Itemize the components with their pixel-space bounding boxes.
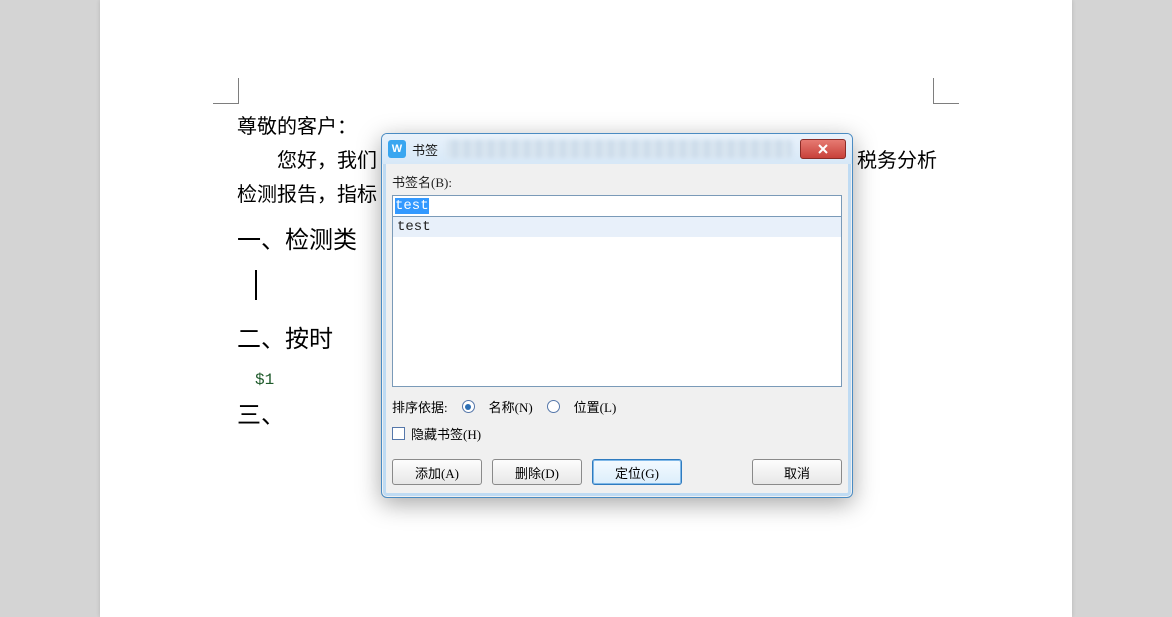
doc-hello-line: 您好，我们 <box>277 150 377 172</box>
dialog-titlebar[interactable]: W 书签 <box>382 134 852 164</box>
hide-bookmarks-label: 隐藏书签(H) <box>411 424 481 443</box>
sort-row: 排序依据: 名称(N) 位置(L) <box>392 397 842 416</box>
crop-mark-left <box>213 78 239 104</box>
dialog-body: 税务分析 书签名(B): test 排序依据: 名称(N) 位置(L) 隐藏书签… <box>382 164 852 497</box>
radio-location-label: 位置(L) <box>574 397 617 416</box>
bookmark-name-input[interactable] <box>392 195 842 217</box>
dialog-button-row: 添加(A) 删除(D) 定位(G) 取消 <box>392 459 842 485</box>
goto-button[interactable]: 定位(G) <box>592 459 682 485</box>
app-icon: W <box>388 140 406 158</box>
bookmark-dialog: W 书签 税务分析 书签名(B): test 排序依据: 名称(N) 位置(L)… <box>381 133 853 498</box>
cancel-button[interactable]: 取消 <box>752 459 842 485</box>
bookmark-name-label: 书签名(B): <box>392 172 842 191</box>
radio-name-label: 名称(N) <box>489 397 533 416</box>
sort-label: 排序依据: <box>392 397 448 416</box>
doc-right-fragment-visible: 税务分析 <box>857 144 937 173</box>
text-caret <box>255 270 257 300</box>
crop-mark-right <box>933 78 959 104</box>
add-button[interactable]: 添加(A) <box>392 459 482 485</box>
list-item[interactable]: test <box>393 217 841 237</box>
close-button[interactable] <box>800 139 846 159</box>
hide-bookmarks-checkbox[interactable] <box>392 427 405 440</box>
doc-placeholder: $1 <box>255 371 274 389</box>
close-icon <box>817 143 829 155</box>
bookmark-listbox[interactable]: test <box>392 217 842 387</box>
dialog-title: 书签 <box>412 140 438 159</box>
radio-name[interactable] <box>462 400 475 413</box>
hide-bookmarks-row: 隐藏书签(H) <box>392 424 842 443</box>
delete-button[interactable]: 删除(D) <box>492 459 582 485</box>
radio-location[interactable] <box>547 400 560 413</box>
title-blurred-area <box>446 140 792 158</box>
